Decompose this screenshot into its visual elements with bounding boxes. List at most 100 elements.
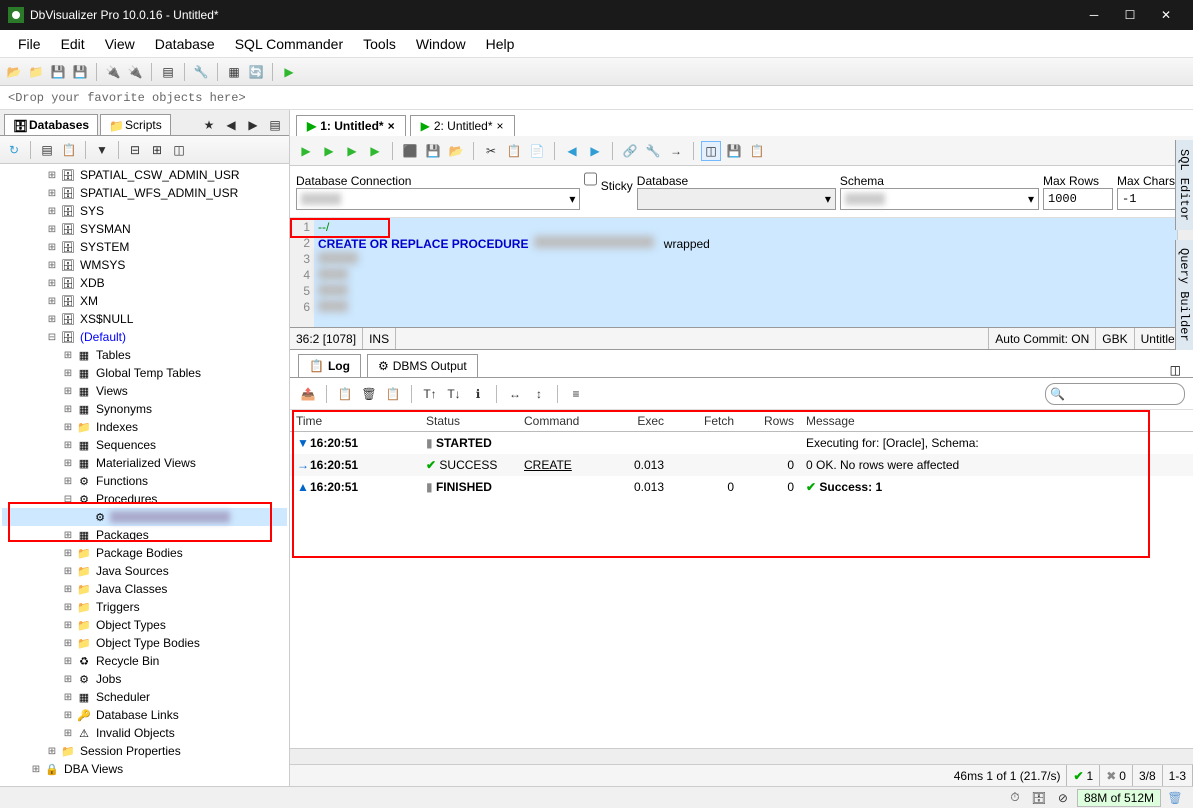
tree-row[interactable]: ⊞⚙Functions [2,472,287,490]
font-up-icon[interactable]: T↑ [420,384,440,404]
expand-h-icon[interactable]: ↔ [505,384,525,404]
detach-icon[interactable]: ◫ [1166,363,1185,377]
sql-code[interactable]: --/ CREATE OR REPLACE PROCEDURE wrapped [314,218,1177,327]
tree-row[interactable]: ⊞▦Scheduler [2,688,287,706]
copy-sql-icon[interactable]: 📋 [504,141,524,161]
tree-row[interactable]: ⊞📁Triggers [2,598,287,616]
sql-editor[interactable]: 123456 --/ CREATE OR REPLACE PROCEDURE w… [290,218,1193,328]
log-hscroll[interactable] [290,748,1193,764]
open-icon[interactable]: 📂 [4,62,24,82]
tree-row[interactable]: ⊟⚙Procedures [2,490,287,508]
dbconn-combo[interactable]: ▾ [296,188,580,210]
execute-icon[interactable]: ▶ [296,141,316,161]
log-col-status[interactable]: Status [420,414,518,428]
saveall-icon[interactable]: 💾 [70,62,90,82]
arrow-icon[interactable]: → [666,141,686,161]
tree-row[interactable]: ⊞🗄SYSMAN [2,220,287,238]
log-clipboard-icon[interactable]: 📋 [383,384,403,404]
tree-row[interactable]: ⊞▦Sequences [2,436,287,454]
status-time-icon[interactable]: ⏱ [1005,788,1025,808]
maximize-button[interactable]: ☐ [1121,6,1139,24]
tab-dbms-output[interactable]: ⚙ DBMS Output [367,354,478,377]
close-tab-icon[interactable]: × [388,119,395,133]
tree-row[interactable]: ⊞📁Java Classes [2,580,287,598]
execute-script-icon[interactable]: ▶ [342,141,362,161]
tree-row[interactable]: ⊞▦Tables [2,346,287,364]
nav-left-icon[interactable]: ◀ [221,115,241,135]
tree-row[interactable]: ⊞⚙Jobs [2,670,287,688]
new-icon[interactable]: 📁 [26,62,46,82]
log-row[interactable]: ▼16:20:51▮ STARTEDExecuting for: [Oracle… [290,432,1193,454]
tree-row[interactable]: ⊞🗄SYSTEM [2,238,287,256]
tree-row[interactable]: ⊞🗄SYS [2,202,287,220]
tree-row[interactable]: ⊞🗄XDB [2,274,287,292]
menu-help[interactable]: Help [476,32,525,56]
tools-icon[interactable]: 🔧 [191,62,211,82]
log-col-time[interactable]: Time [290,414,420,428]
justify-icon[interactable]: ≡ [566,384,586,404]
share-icon[interactable]: 🔗 [620,141,640,161]
log-copy-icon[interactable]: 📋 [335,384,355,404]
close-button[interactable]: ✕ [1157,6,1175,24]
tree-row[interactable]: ⊞📁Package Bodies [2,544,287,562]
grid-icon[interactable]: ▦ [224,62,244,82]
menu-window[interactable]: Window [406,32,476,56]
tab-scripts[interactable]: 📁 Scripts [100,114,171,135]
sidetab-query-builder[interactable]: Query Builder [1175,240,1193,350]
save-icon[interactable]: 💾 [48,62,68,82]
tree-row[interactable]: ⊞▦Global Temp Tables [2,364,287,382]
log-col-command[interactable]: Command [518,414,608,428]
log-col-exec[interactable]: Exec [608,414,670,428]
tree-row[interactable]: ⊞🔑Database Links [2,706,287,724]
menu-tools[interactable]: Tools [353,32,406,56]
log-export-icon[interactable]: 📤 [298,384,318,404]
tree-row[interactable]: ⚙ [2,508,287,526]
tab-log[interactable]: 📋 Log [298,354,361,377]
tree-row[interactable]: ⊞⚠Invalid Objects [2,724,287,742]
nav-right-icon[interactable]: ▶ [243,115,263,135]
disconnect-icon[interactable]: 🔌 [125,62,145,82]
editor-tab[interactable]: ▶1: Untitled*× [296,115,406,136]
log-delete-icon[interactable]: 🗑 [359,384,379,404]
tree-row[interactable]: ⊞🔒DBA Views [2,760,287,778]
status-cancel-icon[interactable]: ⊘ [1053,788,1073,808]
sidetab-sql-editor[interactable]: SQL Editor [1175,140,1193,230]
tree-row[interactable]: ⊞📁Indexes [2,418,287,436]
expand-v-icon[interactable]: ↕ [529,384,549,404]
tree-row[interactable]: ⊞▦Packages [2,526,287,544]
refresh-icon[interactable]: 🔄 [246,62,266,82]
database-tree[interactable]: ⊞🗄SPATIAL_CSW_ADMIN_USR⊞🗄SPATIAL_WFS_ADM… [0,164,289,786]
nav-menu-icon[interactable]: ▤ [265,115,285,135]
tree-row[interactable]: ⊞▦Synonyms [2,400,287,418]
log-col-message[interactable]: Message [800,414,1193,428]
favorites-icon[interactable]: ★ [199,115,219,135]
tree-row[interactable]: ⊞🗄WMSYS [2,256,287,274]
tree-row[interactable]: ⊞📁Object Types [2,616,287,634]
tree-row[interactable]: ⊞📁Java Sources [2,562,287,580]
tree-row[interactable]: ⊞🗄XM [2,292,287,310]
tree-row[interactable]: ⊞🗄SPATIAL_CSW_ADMIN_USR [2,166,287,184]
layout-icon[interactable]: ◫ [701,141,721,161]
minimize-button[interactable]: ─ [1085,6,1103,24]
sticky-checkbox[interactable] [584,168,597,190]
tree-row[interactable]: ⊞♻Recycle Bin [2,652,287,670]
list-icon[interactable]: ▤ [158,62,178,82]
favorites-drop-bar[interactable]: <Drop your favorite objects here> [0,86,1193,110]
save-sql-icon[interactable]: 💾 [423,141,443,161]
info-icon[interactable]: ℹ [468,384,488,404]
copy-layout-icon[interactable]: 📋 [747,141,767,161]
database-combo[interactable]: ▾ [637,188,836,210]
menu-edit[interactable]: Edit [51,32,95,56]
maxrows-input[interactable] [1043,188,1113,210]
window-icon[interactable]: ◫ [169,140,189,160]
menu-database[interactable]: Database [145,32,225,56]
tree-row[interactable]: ⊞▦Materialized Views [2,454,287,472]
save-layout-icon[interactable]: 💾 [724,141,744,161]
menu-view[interactable]: View [95,32,145,56]
tree-row[interactable]: ⊞📁Object Type Bodies [2,634,287,652]
font-down-icon[interactable]: T↓ [444,384,464,404]
cut-icon[interactable]: ✂ [481,141,501,161]
log-col-rows[interactable]: Rows [740,414,800,428]
schema-combo[interactable]: ▾ [840,188,1039,210]
execute-current-icon[interactable]: ▶ [319,141,339,161]
